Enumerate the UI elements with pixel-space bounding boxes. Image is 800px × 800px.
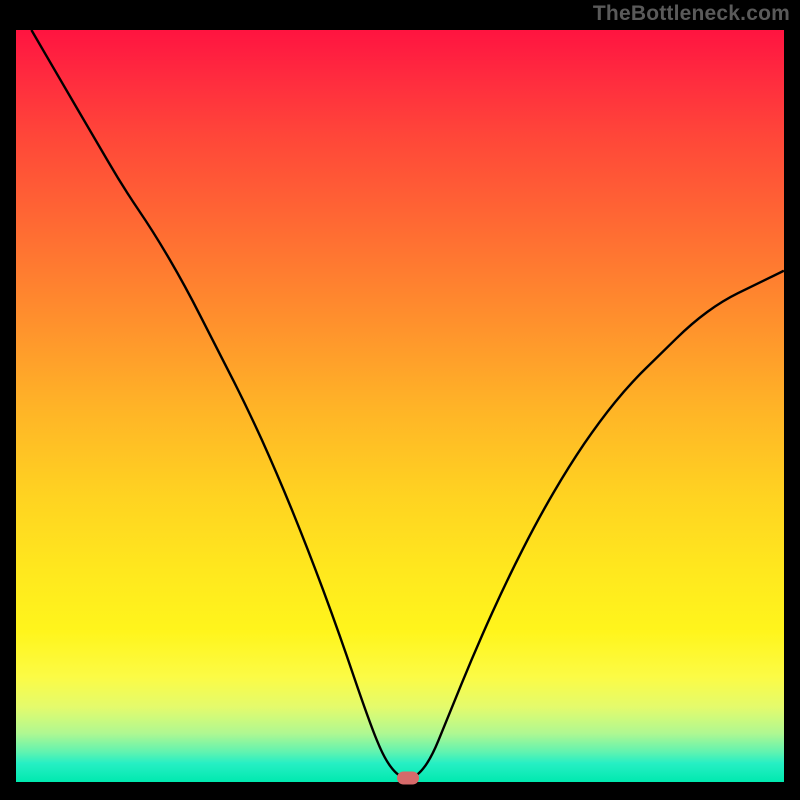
watermark-text: TheBottleneck.com bbox=[593, 2, 790, 26]
curve-svg bbox=[16, 30, 784, 782]
plot-area bbox=[16, 30, 784, 782]
bottleneck-curve bbox=[31, 30, 784, 778]
optimal-point-marker bbox=[397, 772, 419, 785]
chart-frame: TheBottleneck.com bbox=[0, 0, 800, 800]
